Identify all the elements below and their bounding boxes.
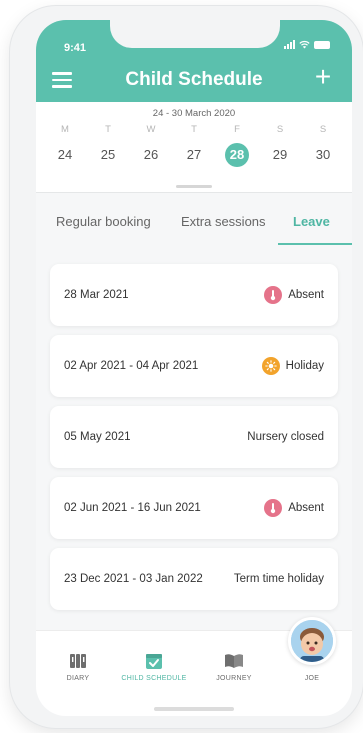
leave-date: 05 May 2021 <box>64 431 131 443</box>
leave-date: 28 Mar 2021 <box>64 289 129 301</box>
calendar-check-icon <box>114 651 194 671</box>
day-number: 30 <box>315 147 331 162</box>
book-icon <box>194 651 274 671</box>
leave-date: 23 Dec 2021 - 03 Jan 2022 <box>64 573 203 585</box>
day-letter: T <box>105 124 111 135</box>
day-letter: M <box>61 124 69 135</box>
day-letter: S <box>319 124 327 135</box>
leave-status: Holiday <box>261 357 324 375</box>
device-notch <box>110 20 280 48</box>
signal-icon <box>284 40 295 49</box>
day-letter: S <box>276 124 284 135</box>
bottom-navigation: DIARY CHILD SCHEDULE JOURNEY JOE <box>36 617 352 716</box>
page-title: Child Schedule <box>125 69 263 90</box>
leave-status: Term time holiday <box>234 573 324 585</box>
day-friday-selected[interactable]: F 28 <box>222 123 252 167</box>
nav-child-schedule[interactable]: CHILD SCHEDULE <box>114 651 194 682</box>
drag-handle[interactable] <box>176 185 212 188</box>
leave-date: 02 Apr 2021 - 04 Apr 2021 <box>64 360 199 372</box>
nav-diary[interactable]: DIARY <box>38 651 118 682</box>
day-monday[interactable]: M 24 <box>50 123 80 167</box>
leave-date: 02 Jun 2021 - 16 Jun 2021 <box>64 502 201 514</box>
tab-extra-sessions[interactable]: Extra sessions <box>181 214 266 229</box>
status-icons <box>284 40 330 49</box>
nav-label: DIARY <box>66 675 90 682</box>
leave-status-label: Holiday <box>285 360 324 372</box>
day-row: M 24 T 25 W 26 T 27 F 28 S 29 S 30 <box>50 123 338 167</box>
day-number: 29 <box>272 147 288 162</box>
day-number: 25 <box>100 147 116 162</box>
day-number: 27 <box>186 147 202 162</box>
day-wednesday[interactable]: W 26 <box>136 123 166 167</box>
nav-label: CHILD SCHEDULE <box>121 675 187 682</box>
status-time: 9:41 <box>64 42 87 54</box>
tab-leave[interactable]: Leave <box>293 214 330 229</box>
tab-regular-booking[interactable]: Regular booking <box>56 214 151 229</box>
schedule-tabs: Regular booking Extra sessions Leave <box>36 192 352 250</box>
battery-icon <box>314 41 330 49</box>
leave-status: Absent <box>264 499 324 517</box>
nav-label: JOURNEY <box>216 675 252 682</box>
day-number: 28 <box>225 143 249 167</box>
day-tuesday[interactable]: T 25 <box>93 123 123 167</box>
leave-item[interactable]: 28 Mar 2021 Absent <box>50 264 338 326</box>
day-number: 26 <box>143 147 159 162</box>
leave-status: Absent <box>264 286 324 304</box>
active-tab-indicator <box>278 243 352 245</box>
nav-label: JOE <box>304 675 320 682</box>
leave-item[interactable]: 02 Apr 2021 - 04 Apr 2021 Holiday <box>50 335 338 397</box>
leave-item[interactable]: 05 May 2021 Nursery closed <box>50 406 338 468</box>
day-sunday[interactable]: S 30 <box>308 123 338 167</box>
day-thursday[interactable]: T 27 <box>179 123 209 167</box>
leave-item[interactable]: 23 Dec 2021 - 03 Jan 2022 Term time holi… <box>50 548 338 610</box>
leave-status-label: Absent <box>288 502 324 514</box>
diary-icon <box>38 651 118 671</box>
add-button[interactable]: + <box>312 63 334 91</box>
sun-icon <box>261 357 280 375</box>
leave-item[interactable]: 02 Jun 2021 - 16 Jun 2021 Absent <box>50 477 338 539</box>
child-avatar[interactable] <box>288 617 336 665</box>
leave-status-label: Nursery closed <box>247 431 324 443</box>
day-saturday[interactable]: S 29 <box>265 123 295 167</box>
thermometer-icon <box>264 499 283 517</box>
wifi-icon <box>299 40 310 49</box>
leave-status: Nursery closed <box>247 431 324 443</box>
day-letter: T <box>191 124 197 135</box>
thermometer-icon <box>264 286 283 304</box>
week-range-label: 24 - 30 March 2020 <box>152 108 236 119</box>
nav-journey[interactable]: JOURNEY <box>194 651 274 682</box>
day-letter: W <box>146 124 156 135</box>
day-letter: F <box>234 124 240 135</box>
week-calendar: 24 - 30 March 2020 M 24 T 25 W 26 T 27 F… <box>36 102 352 192</box>
app-screen: 9:41 Child Schedule + 24 - 30 March 2020… <box>36 20 352 716</box>
app-header: 9:41 Child Schedule + <box>36 20 352 102</box>
day-number: 24 <box>57 147 73 162</box>
leave-status-label: Term time holiday <box>233 573 324 585</box>
leave-status-label: Absent <box>288 289 324 301</box>
home-indicator <box>154 707 234 711</box>
